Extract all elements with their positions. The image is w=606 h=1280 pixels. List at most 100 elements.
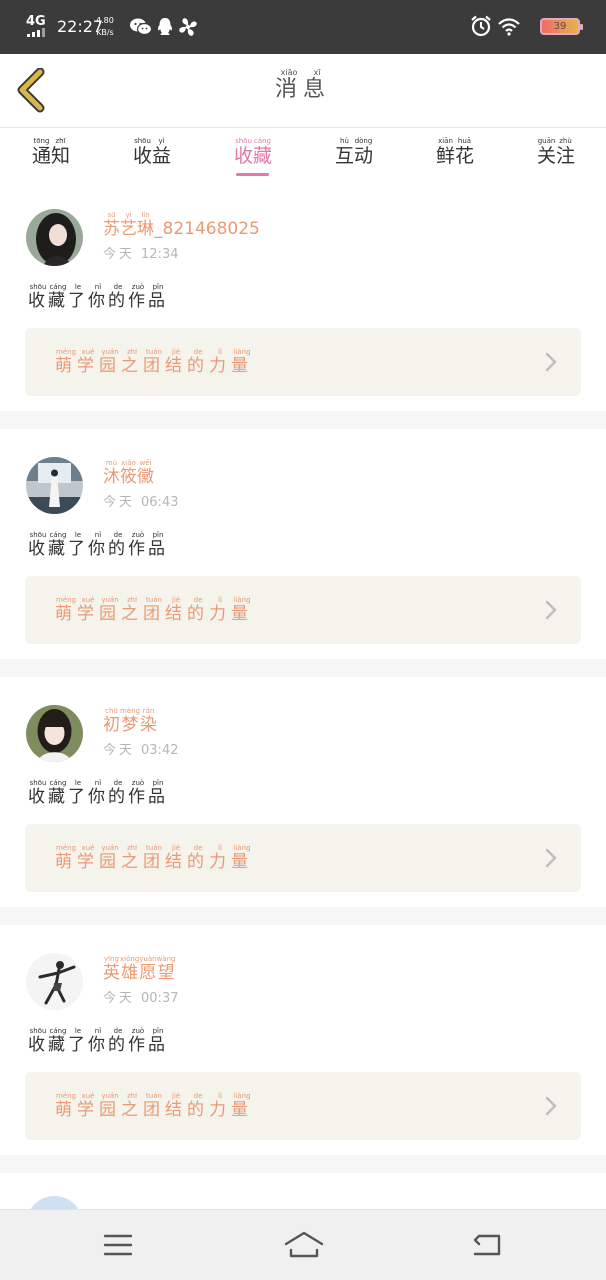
net-speed: 4.80 KB/s [96,15,114,39]
home-button[interactable] [284,1230,324,1260]
tab-following[interactable]: 关guān注zhù [521,137,591,168]
ruby-char: 作zuò [128,531,148,560]
ruby-char: 你nǐ [88,283,108,312]
ruby-char: 团tuán [143,348,165,377]
ruby-char: 黴wēi [137,459,154,488]
username[interactable]: 英yīng雄xióng愿yuàn望wàng [103,955,175,984]
ruby-char: 藏cáng [48,531,68,560]
work-link[interactable]: 萌méng学xué园yuán之zhī团tuán结jié的de力lì量liàng [25,328,581,396]
ruby-char: 艺yì [120,211,137,240]
dancer-avatar [26,953,83,1010]
work-link[interactable]: 萌méng学xué园yuán之zhī团tuán结jié的de力lì量liàng [25,824,581,892]
tab-flowers[interactable]: 鲜xiān花huā [420,137,490,168]
ruby-char: 之zhī [121,596,143,625]
user-avatar[interactable] [26,209,83,266]
ruby-char: 通tōng [31,137,51,168]
ruby-char: 的de [108,779,128,808]
menu-button[interactable] [101,1230,135,1260]
ruby-char: 萌méng [55,844,77,873]
work-link[interactable]: 萌méng学xué园yuán之zhī团tuán结jié的de力lì量liàng [25,576,581,644]
ruby-char: 的de [187,596,209,625]
ruby-char: 量liàng [231,844,253,873]
time-value: 12:34 [141,247,179,262]
battery-icon: 39 [540,18,583,35]
ruby-char: 藏cáng [48,1027,68,1056]
username[interactable]: 初chū梦mèng染rǎn [103,707,157,736]
notification-card: 苏sū艺yì琳lín_821468025 今天 12:34 收shōu藏cáng了… [0,181,606,411]
net-speed-unit: KB/s [96,28,114,37]
ruby-char: 作zuò [128,1027,148,1056]
ruby-char: 初chū [103,707,120,736]
ruby-char: 苏sū [103,211,120,240]
username[interactable]: 苏sū艺yì琳lín_821468025 [103,211,260,240]
ruby-char: 藏cáng [48,283,68,312]
wechat-icon [130,18,152,36]
user-avatar[interactable] [26,1196,83,1209]
ruby-char: 收shōu [28,779,48,808]
ruby-char: 量liàng [231,596,253,625]
ruby-char: 园yuán [99,1092,121,1121]
tab-interaction[interactable]: 互hù动dòng [319,137,389,168]
ruby-char: 团tuán [143,596,165,625]
ruby-char: 梦mèng [120,707,141,736]
app-notification-icons [130,16,200,38]
ruby-char: 园yuán [99,596,121,625]
system-nav-bar [0,1209,606,1280]
username[interactable]: 沐mù筱xiǎo黴wēi [103,459,154,488]
page-title: 消xiāo息xī [0,68,606,103]
ruby-char: 的de [108,1027,128,1056]
ruby-char: 结jié [165,844,187,873]
app-header: 消xiāo息xī [0,54,606,128]
ruby-char: 萌méng [55,1092,77,1121]
ruby-char: 你nǐ [88,779,108,808]
time-row: 今天 06:43 [103,491,178,510]
ruby-char: 品pǐn [148,779,168,808]
ruby-char: 息xī [303,68,332,103]
ruby-char: 愿yuàn [139,955,157,984]
time-label: 今天 [103,743,136,758]
wifi-icon [498,18,520,36]
ruby-char: 团tuán [143,1092,165,1121]
ruby-char: 的de [187,844,209,873]
girl-dark-hair-avatar [26,209,83,266]
tab-earnings[interactable]: 收shōu益yì [117,137,187,168]
user-avatar[interactable] [26,705,83,762]
ruby-char: 的de [187,1092,209,1121]
ruby-char: 品pǐn [148,1027,168,1056]
ruby-char: 互hù [334,137,354,168]
work-title: 萌méng学xué园yuán之zhī团tuán结jié的de力lì量liàng [55,844,253,873]
work-link[interactable]: 萌méng学xué园yuán之zhī团tuán结jié的de力lì量liàng [25,1072,581,1140]
time-label: 今天 [103,495,136,510]
ruby-char: 了le [68,779,88,808]
battery-level: 39 [553,21,567,32]
girl-bangs-avatar [26,705,83,762]
work-title: 萌méng学xué园yuán之zhī团tuán结jié的de力lì量liàng [55,1092,253,1121]
user-avatar[interactable] [26,457,83,514]
back-nav-button[interactable] [471,1230,505,1260]
notification-card: 初chū梦mèng染rǎn 今天 03:42 收shōu藏cáng了le你nǐ的d… [0,677,606,907]
ruby-char: 鲜xiān [435,137,455,168]
girl-building-avatar [26,457,83,514]
ruby-char: 学xué [77,844,99,873]
time-row: 今天 12:34 [103,243,178,262]
tab-favorites[interactable]: 收shōu藏cáng [218,137,288,168]
user-avatar[interactable] [26,953,83,1010]
message-text: 收shōu藏cáng了le你nǐ的de作zuò品pǐn [28,283,168,312]
message-text: 收shōu藏cáng了le你nǐ的de作zuò品pǐn [28,1027,168,1056]
ruby-char: 品pǐn [148,283,168,312]
ruby-char: 的de [187,348,209,377]
notification-list[interactable]: 苏sū艺yì琳lín_821468025 今天 12:34 收shōu藏cáng了… [0,181,606,1209]
ruby-char: 你nǐ [88,1027,108,1056]
chevron-right-icon [545,600,557,620]
ruby-char: 英yīng [103,955,120,984]
ruby-char: 消xiāo [274,68,303,103]
ruby-char: 注zhù [556,137,576,168]
ruby-char: 筱xiǎo [120,459,137,488]
time-label: 今天 [103,247,136,262]
tab-notice[interactable]: 通tōng知zhī [16,137,86,168]
ruby-char: 收shōu [28,531,48,560]
ruby-char: 收shōu [28,1027,48,1056]
signal-icon [27,28,49,37]
ruby-char: 沐mù [103,459,120,488]
time-value: 03:42 [141,743,179,758]
